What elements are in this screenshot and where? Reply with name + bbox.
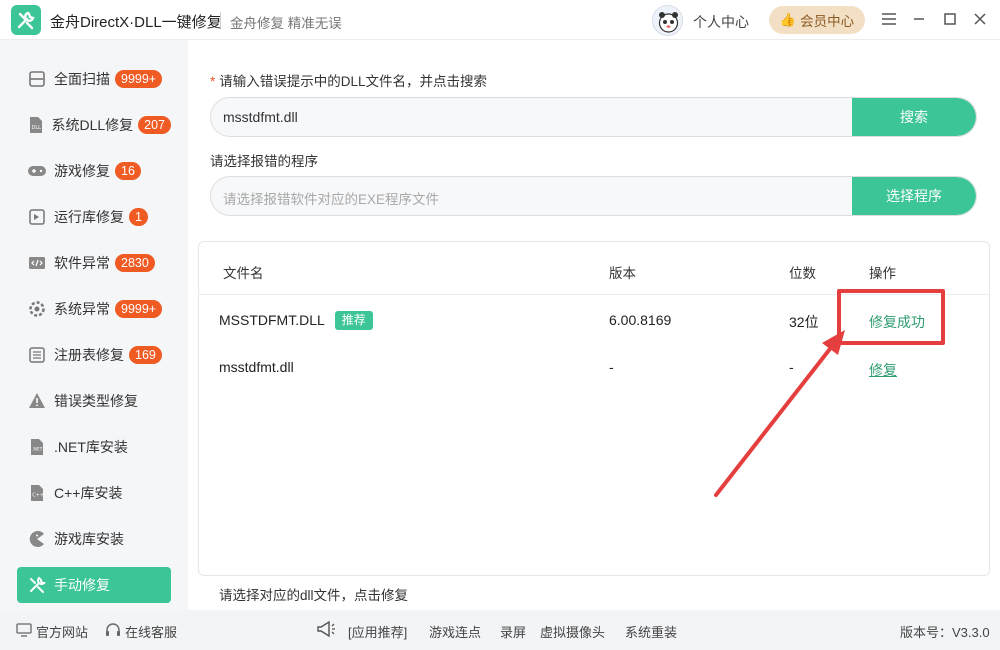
- footer-link-system-reinstall[interactable]: 系统重装: [625, 622, 677, 641]
- online-service-label: 在线客服: [125, 625, 178, 640]
- version-text: 版本号：V3.3.0: [900, 625, 990, 640]
- monitor-icon: [16, 623, 32, 640]
- footer-link-screen-record[interactable]: 录屏: [500, 622, 526, 641]
- footer-link-virtual-camera[interactable]: 虚拟摄像头: [540, 622, 605, 641]
- footer-link-game-clicker[interactable]: 游戏连点: [429, 622, 481, 641]
- headset-icon: [105, 622, 121, 641]
- app-recommend-label: [应用推荐]: [348, 625, 408, 640]
- online-service-link[interactable]: 在线客服: [105, 622, 177, 641]
- official-site-label: 官方网站: [36, 625, 89, 640]
- annotation-arrow: [714, 330, 845, 497]
- official-site-link[interactable]: 官方网站: [16, 622, 88, 641]
- bottom-bar: 官方网站 在线客服 [应用推荐] 游戏连点 录屏 虚拟摄像头 系统重装 版本号：…: [0, 610, 1000, 650]
- megaphone-icon: [316, 620, 336, 641]
